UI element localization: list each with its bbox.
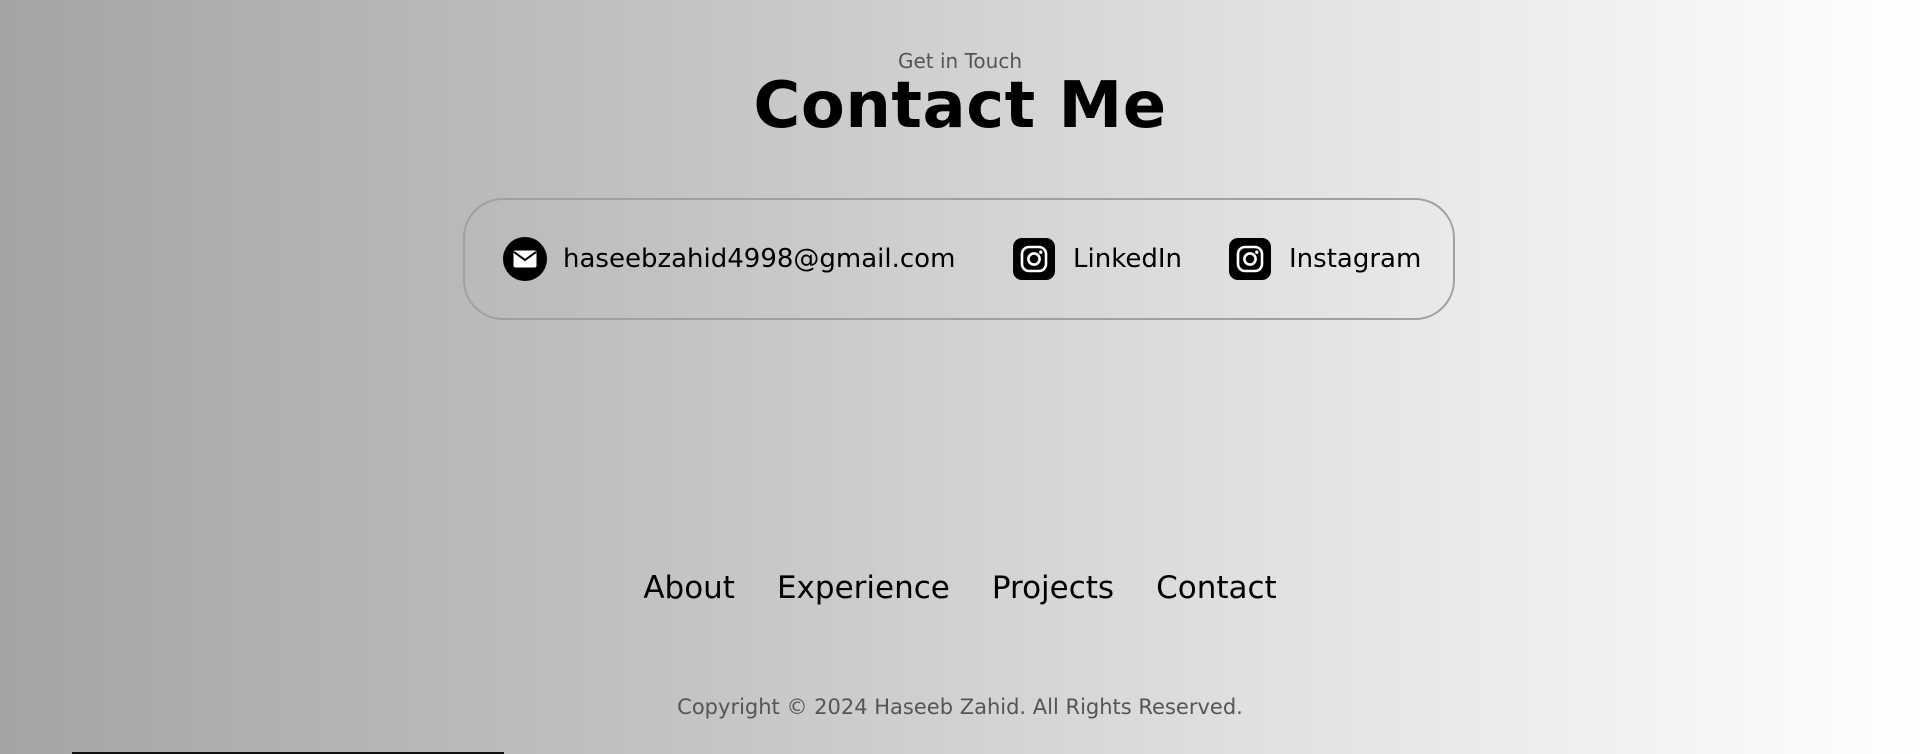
email-icon[interactable] xyxy=(503,237,547,281)
email-address[interactable]: haseebzahid4998@gmail.com xyxy=(563,244,955,274)
email-link[interactable]: haseebzahid4998@gmail.com xyxy=(503,200,955,318)
footer-nav-projects[interactable]: Projects xyxy=(992,564,1114,612)
contact-info-container: haseebzahid4998@gmail.com LinkedIn Insta… xyxy=(463,198,1455,320)
instagram-link[interactable]: Instagram xyxy=(1229,200,1421,318)
footer-nav-experience[interactable]: Experience xyxy=(777,564,950,612)
page-title: Contact Me xyxy=(753,69,1167,143)
instagram-icon[interactable] xyxy=(1229,238,1271,280)
footer-nav-about[interactable]: About xyxy=(643,564,735,612)
instagram-label[interactable]: Instagram xyxy=(1289,244,1421,274)
footer-nav-contact[interactable]: Contact xyxy=(1156,564,1277,612)
copyright-text: Copyright © 2024 Haseeb Zahid. All Right… xyxy=(677,695,1243,719)
footer-nav: About Experience Projects Contact xyxy=(0,564,1920,612)
linkedin-icon[interactable] xyxy=(1013,238,1055,280)
linkedin-link[interactable]: LinkedIn xyxy=(1013,200,1182,318)
linkedin-label[interactable]: LinkedIn xyxy=(1073,244,1182,274)
